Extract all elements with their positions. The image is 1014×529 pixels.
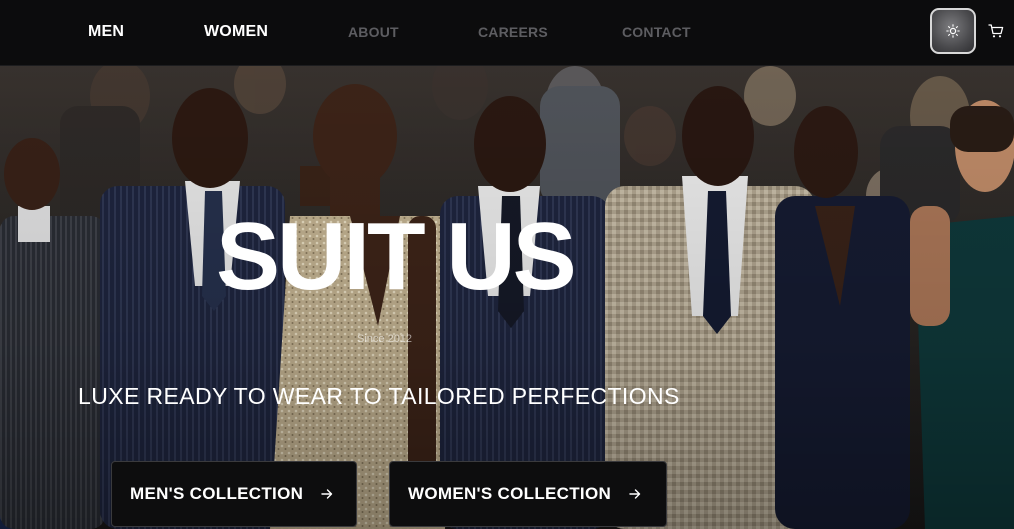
nav-link-careers[interactable]: CAREERS xyxy=(478,24,548,40)
top-navigation: MEN WOMEN ABOUT CAREERS CONTACT xyxy=(0,0,1014,66)
theme-toggle-button[interactable] xyxy=(930,8,976,54)
cart-icon xyxy=(988,23,1004,39)
hero-since-text: Since 2012 xyxy=(357,333,413,345)
nav-link-men[interactable]: MEN xyxy=(88,23,124,41)
womens-collection-button[interactable]: WOMEN'S COLLECTION xyxy=(389,461,667,527)
mens-collection-label: MEN'S COLLECTION xyxy=(130,484,304,503)
arrow-right-icon xyxy=(321,488,333,500)
hero-tagline: LUXE READY TO WEAR TO TAILORED PERFECTIO… xyxy=(78,383,680,409)
cart-button[interactable] xyxy=(987,22,1005,40)
mens-collection-button[interactable]: MEN'S COLLECTION xyxy=(111,461,357,527)
nav-link-contact[interactable]: CONTACT xyxy=(622,24,691,40)
nav-link-about[interactable]: ABOUT xyxy=(348,24,399,40)
arrow-right-icon xyxy=(629,488,641,500)
nav-link-women[interactable]: WOMEN xyxy=(204,23,268,41)
hero-section: SUIT US Since 2012 LUXE READY TO WEAR TO… xyxy=(0,66,1014,529)
womens-collection-label: WOMEN'S COLLECTION xyxy=(408,484,612,503)
hero-title: SUIT US xyxy=(216,203,577,310)
sun-icon xyxy=(946,24,960,38)
